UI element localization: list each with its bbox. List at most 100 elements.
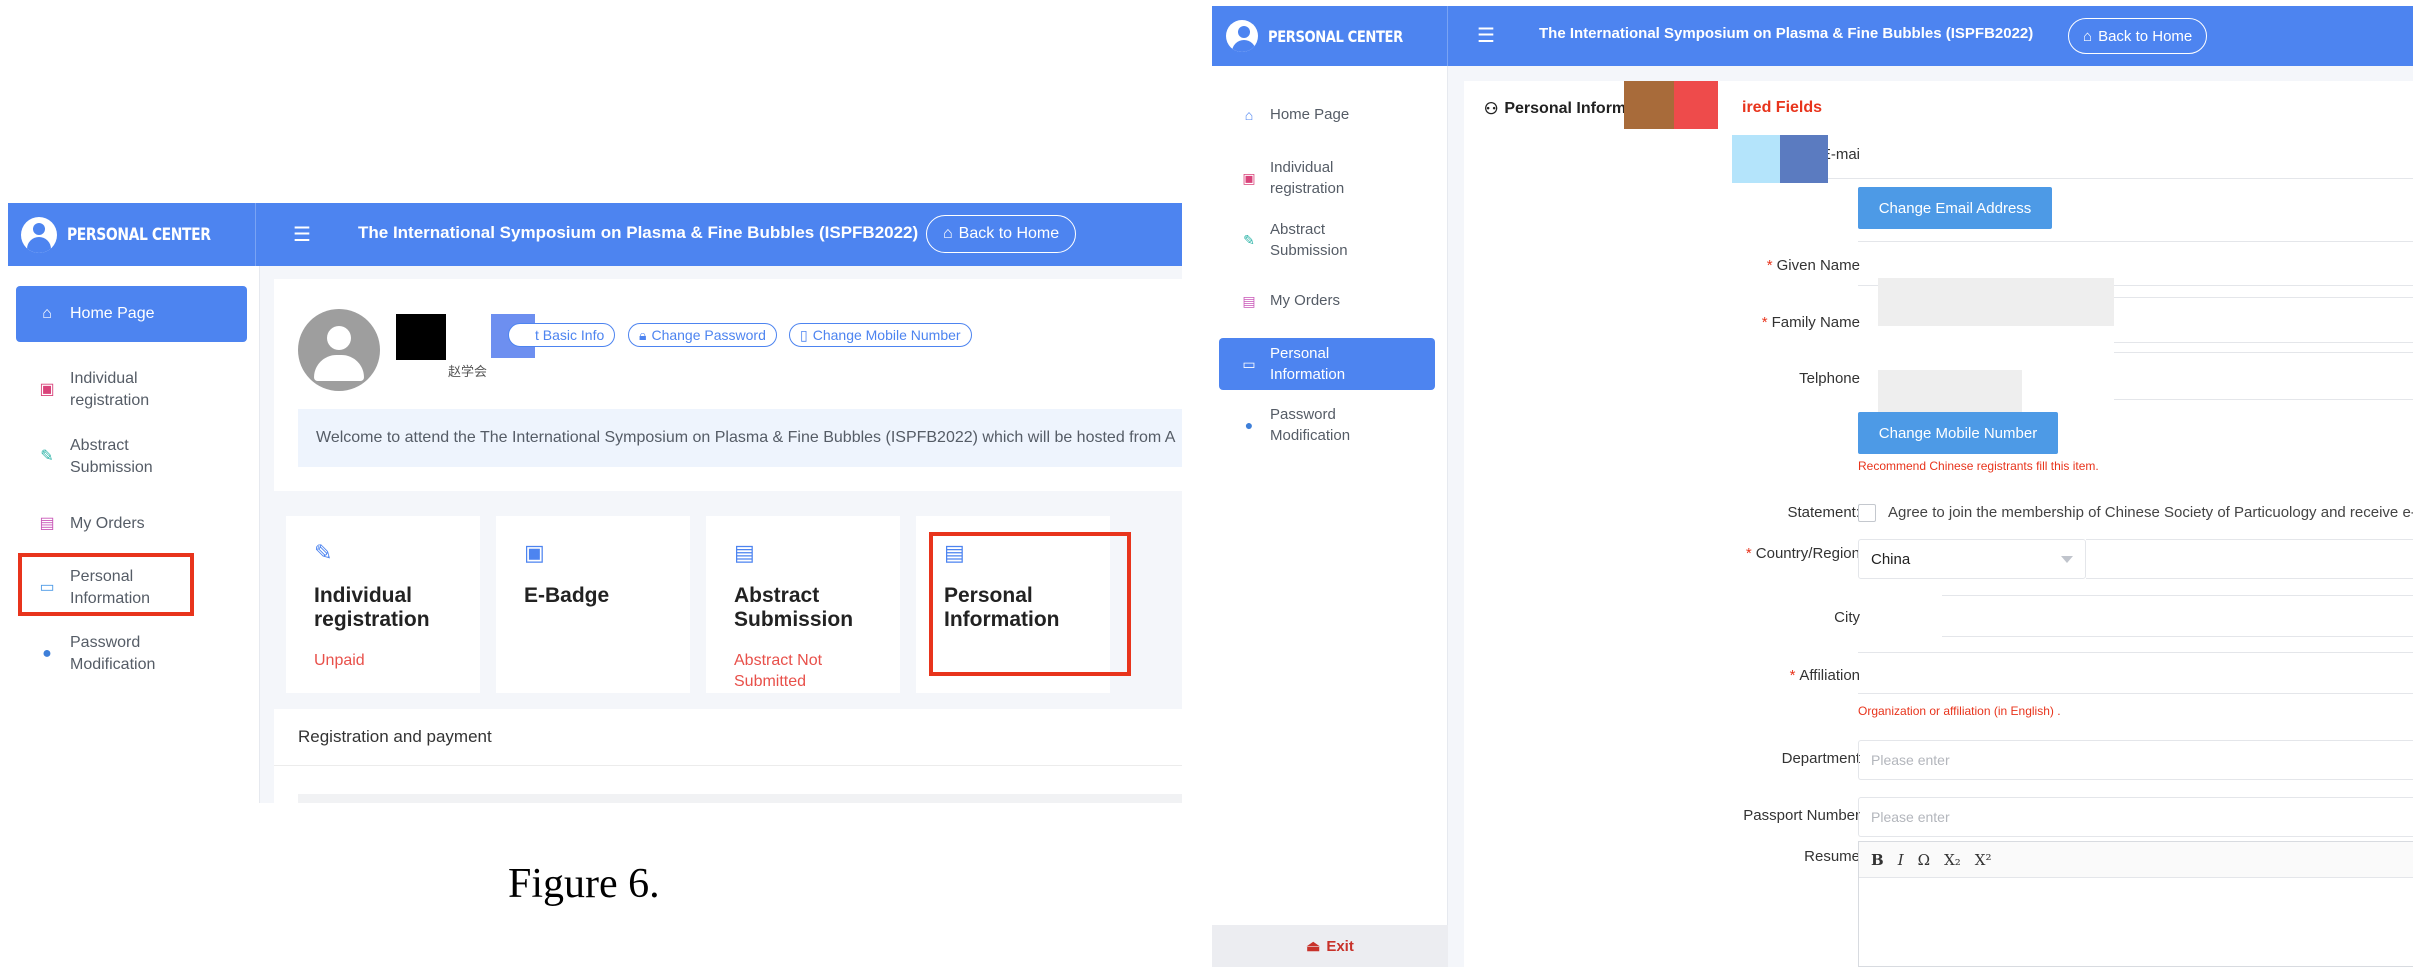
label-text: Passport Number	[1743, 807, 1860, 824]
pen-icon: ✎	[314, 540, 333, 565]
sidebar: ⌂ Home Page ▣ Individual registration ✎ …	[1212, 66, 1448, 967]
special-char-button[interactable]: Ω	[1918, 851, 1930, 869]
brand[interactable]: PERSONAL CENTER	[8, 203, 256, 266]
exit-icon: ⏏	[1306, 938, 1321, 955]
badge-icon: ▣	[524, 540, 545, 565]
abstract-icon: ✎	[40, 448, 54, 465]
house-icon: ⌂	[2083, 27, 2093, 45]
user-avatar-icon	[20, 216, 57, 253]
card-title: Abstract Submission	[734, 584, 854, 631]
brand[interactable]: PERSONAL CENTER	[1212, 6, 1448, 66]
exit-button[interactable]: ⏏ Exit	[1212, 925, 1448, 967]
membership-checkbox[interactable]	[1858, 504, 1876, 522]
resume-editor[interactable]: B I Ω X₂ X²	[1858, 841, 2413, 967]
mobile-note: Recommend Chinese registrants fill this …	[1858, 459, 2099, 473]
sidebar-item-label: Password Modification	[70, 634, 156, 673]
profile-panel: 赵学会 t Basic Info 🔒︎ Change Password ▯ Ch…	[274, 279, 1182, 491]
back-to-home-label: Back to Home	[2098, 27, 2193, 45]
home-icon: ⌂	[1244, 106, 1254, 123]
country-value: China	[1871, 550, 1911, 568]
city-field[interactable]	[1942, 636, 2413, 637]
italic-button[interactable]: I	[1898, 851, 1904, 869]
table-header-strip	[298, 794, 1182, 803]
main-content: 赵学会 t Basic Info 🔒︎ Change Password ▯ Ch…	[274, 266, 1182, 803]
passport-label: Passport Number	[1634, 807, 1860, 824]
divider	[1942, 595, 2413, 596]
label-text: Department	[1781, 750, 1860, 767]
lock-icon: 🔒︎	[639, 326, 647, 343]
sidebar-item-my-orders[interactable]: ▤ My Orders	[1219, 290, 1435, 311]
card-e-badge[interactable]: ▣ E-Badge	[496, 516, 690, 693]
back-to-home-label: Back to Home	[958, 225, 1060, 242]
registration-icon: ▣	[1242, 170, 1256, 186]
email-field[interactable]	[1828, 178, 2413, 179]
home-icon: ⌂	[42, 305, 52, 322]
sidebar-item-password-modification[interactable]: ● Password Modification	[1219, 404, 1435, 446]
sidebar-item-label: My Orders	[1270, 292, 1341, 309]
divider	[2086, 578, 2413, 579]
telephone-field[interactable]	[2114, 399, 2413, 400]
bold-button[interactable]: B	[1871, 851, 1884, 869]
sidebar-item-personal-information[interactable]: ▭ Personal Information	[1219, 338, 1435, 390]
label-text: Affiliation	[1799, 667, 1860, 684]
sidebar-item-home[interactable]: ⌂ Home Page	[1219, 104, 1435, 125]
card-status: Unpaid	[314, 652, 365, 669]
label-text: Family Name	[1771, 314, 1860, 331]
key-icon: ●	[1244, 417, 1254, 433]
family-name-field[interactable]	[2114, 342, 2413, 343]
welcome-banner: Welcome to attend the The International …	[298, 409, 1182, 467]
label-text: Country/Region	[1755, 545, 1860, 562]
redaction-block	[1780, 135, 1828, 183]
label-text: Telphone	[1799, 370, 1860, 387]
back-to-home-button[interactable]: ⌂ Back to Home	[926, 215, 1077, 253]
sidebar-item-label: My Orders	[70, 515, 145, 532]
card-abstract-submission[interactable]: ▤ Abstract Submission Abstract Not Submi…	[706, 516, 900, 693]
registration-payment-panel: Registration and payment	[274, 709, 1182, 803]
user-avatar-icon	[1226, 20, 1259, 52]
section-title-text: Personal Inform	[1504, 100, 1627, 117]
sidebar-item-individual-registration[interactable]: ▣ Individual registration	[16, 368, 247, 412]
redaction-block	[1732, 135, 1780, 183]
registration-icon: ▣	[39, 381, 55, 398]
edit-basic-info-label: t Basic Info	[535, 327, 605, 343]
menu-toggle-icon[interactable]: ☰	[1477, 26, 1495, 46]
change-mobile-link[interactable]: ▯ Change Mobile Number	[789, 323, 972, 347]
section-title: ⚇ Personal Inform	[1484, 99, 1626, 119]
divider	[1858, 241, 2413, 242]
sidebar-item-my-orders[interactable]: ▤ My Orders	[16, 513, 247, 535]
sidebar-item-abstract-submission[interactable]: ✎ Abstract Submission	[16, 435, 247, 479]
top-header: PERSONAL CENTER ☰ The International Symp…	[8, 203, 1182, 266]
divider	[2114, 352, 2413, 353]
card-individual-registration[interactable]: ✎ Individual registration Unpaid	[286, 516, 480, 693]
redaction-block	[1878, 370, 2022, 418]
superscript-button[interactable]: X²	[1975, 851, 1992, 869]
country-select[interactable]: China	[1858, 539, 2086, 579]
redaction-block	[362, 279, 546, 291]
id-card-icon: ▭	[1242, 356, 1256, 372]
card-status: Abstract Not Submitted	[734, 652, 823, 690]
orders-icon: ▤	[1242, 292, 1256, 309]
edit-basic-info-link[interactable]: t Basic Info	[508, 323, 616, 347]
resume-label: Resume	[1634, 848, 1860, 865]
card-title: E-Badge	[524, 584, 610, 607]
back-to-home-button[interactable]: ⌂ Back to Home	[2068, 18, 2208, 54]
statement-text: Agree to join the membership of Chinese …	[1888, 504, 2413, 521]
sidebar-item-abstract-submission[interactable]: ✎ Abstract Submission	[1219, 219, 1435, 261]
sidebar-item-label: Individual registration	[70, 370, 150, 409]
divider	[2114, 297, 2413, 298]
subscript-button[interactable]: X₂	[1944, 851, 1961, 869]
highlight-box-sidebar	[18, 553, 194, 616]
sidebar-item-individual-registration[interactable]: ▣ Individual registration	[1219, 157, 1435, 199]
required-fields-note: ired Fields	[1742, 99, 1822, 117]
card-title: Individual registration	[314, 584, 430, 631]
sidebar-item-home[interactable]: ⌂ Home Page	[16, 286, 247, 342]
change-password-link[interactable]: 🔒︎ Change Password	[628, 323, 777, 347]
sidebar-item-password-modification[interactable]: ● Password Modification	[16, 632, 247, 676]
change-mobile-button[interactable]: Change Mobile Number	[1858, 412, 2058, 454]
department-input[interactable]: Please enter	[1858, 740, 2413, 780]
affiliation-field[interactable]	[1858, 693, 2413, 694]
change-email-button[interactable]: Change Email Address	[1858, 187, 2052, 229]
menu-toggle-icon[interactable]: ☰	[293, 225, 311, 245]
passport-input[interactable]: Please enter	[1858, 797, 2413, 837]
affiliation-note: Organization or affiliation (in English)…	[1858, 704, 2061, 718]
